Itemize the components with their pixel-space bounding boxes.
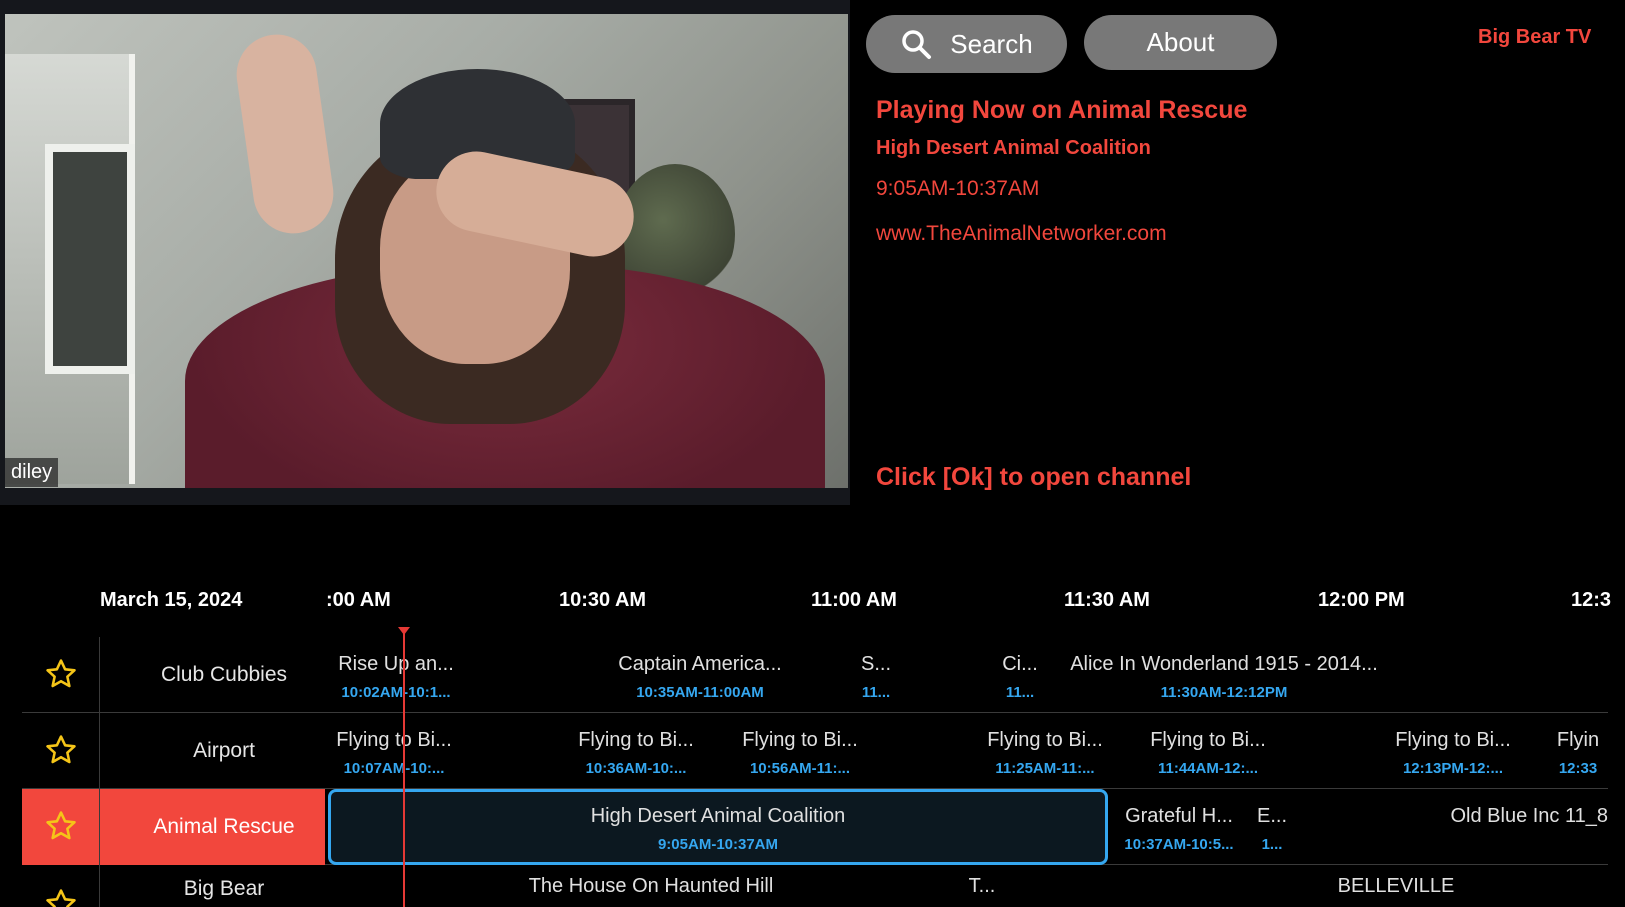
program-title: Captain America... bbox=[618, 653, 782, 675]
now-playing-show: High Desert Animal Coalition bbox=[876, 137, 1151, 159]
about-button-label: About bbox=[1146, 27, 1215, 57]
program-title: High Desert Animal Coalition bbox=[590, 805, 846, 827]
program-time: 9:05AM-10:37AM bbox=[657, 836, 779, 853]
guide-date: March 15, 2024 bbox=[100, 589, 243, 611]
time-label: 12:00 PM bbox=[1318, 589, 1405, 611]
search-button-label: Search bbox=[950, 28, 1033, 59]
program-time: 10:02AM-10:1... bbox=[341, 684, 451, 701]
favorite-star-icon[interactable] bbox=[44, 809, 78, 843]
program-cell[interactable]: S... 11... bbox=[854, 637, 898, 713]
program-time: 1... bbox=[1261, 836, 1283, 853]
program-cell[interactable]: Flying to Bi... 12:13PM-12:... bbox=[1385, 713, 1521, 789]
program-cell[interactable]: Flying to Bi... 10:36AM-10:... bbox=[568, 713, 704, 789]
program-time: 11:30AM-12:12PM bbox=[1160, 684, 1288, 701]
favorite-star-icon[interactable] bbox=[44, 657, 78, 691]
channel-name[interactable]: Airport bbox=[100, 713, 348, 789]
program-time: 11:25AM-11:... bbox=[995, 760, 1095, 777]
brand-name: Big Bear TV bbox=[1478, 26, 1592, 48]
program-title: Flying to Bi... bbox=[1395, 729, 1511, 751]
program-title: T... bbox=[968, 875, 996, 897]
program-cell[interactable]: Flying to Bi... 11:44AM-12:... bbox=[1140, 713, 1276, 789]
program-title: Rise Up an... bbox=[338, 653, 454, 675]
program-cell[interactable]: T... bbox=[962, 865, 1002, 907]
program-title: E... bbox=[1256, 805, 1287, 827]
time-label: :00 AM bbox=[326, 589, 391, 611]
program-title: Grateful H... bbox=[1125, 805, 1233, 827]
guide-row-animal-rescue[interactable]: Animal Rescue High Desert Animal Coaliti… bbox=[22, 789, 1608, 865]
favorite-star-icon[interactable] bbox=[44, 733, 78, 767]
program-title: Old Blue Inc 11_8 bbox=[1450, 805, 1608, 827]
program-cell-focused[interactable]: High Desert Animal Coalition 9:05AM-10:37… bbox=[328, 789, 1108, 865]
search-icon bbox=[900, 28, 932, 60]
program-title: Ci... bbox=[1002, 653, 1038, 675]
channel-name[interactable]: Big Bear bbox=[100, 865, 348, 907]
program-title: Flying to Bi... bbox=[336, 729, 452, 751]
video-window bbox=[45, 144, 135, 374]
program-cell[interactable]: Alice In Wonderland 1915 - 2014... 11:30A… bbox=[1054, 637, 1394, 713]
guide-row-club-cubbies[interactable]: Club Cubbies Rise Up an... 10:02AM-10:1..… bbox=[22, 637, 1608, 713]
open-channel-hint: Click [Ok] to open channel bbox=[876, 463, 1192, 491]
video-feed[interactable]: diley bbox=[5, 14, 848, 488]
program-title: BELLEVILLE bbox=[1337, 875, 1455, 897]
program-track: Rise Up an... 10:02AM-10:1... Captain Ame… bbox=[326, 637, 1608, 713]
channel-name[interactable]: Club Cubbies bbox=[100, 637, 348, 713]
guide-row-airport[interactable]: Airport Flying to Bi... 10:07AM-10:... Fl… bbox=[22, 713, 1608, 789]
program-time: 10:35AM-11:00AM bbox=[636, 684, 764, 701]
program-time: 12:13PM-12:... bbox=[1402, 760, 1504, 777]
program-cell[interactable]: Flying to Bi... 11:25AM-11:... bbox=[977, 713, 1113, 789]
program-cell[interactable]: BELLEVILLE bbox=[1326, 865, 1466, 907]
time-label: 12:3 bbox=[1571, 589, 1612, 611]
program-cell[interactable]: E... 1... bbox=[1252, 789, 1292, 865]
video-person-raised-hand bbox=[231, 29, 339, 239]
time-label: 11:00 AM bbox=[811, 589, 897, 611]
program-time: 10:07AM-10:... bbox=[343, 760, 445, 777]
program-time: 10:56AM-11:... bbox=[749, 760, 851, 777]
now-playing-url[interactable]: www.TheAnimalNetworker.com bbox=[876, 222, 1167, 246]
program-cell[interactable]: Captain America... 10:35AM-11:00AM bbox=[602, 637, 798, 713]
program-title: Alice In Wonderland 1915 - 2014... bbox=[1070, 653, 1378, 675]
participant-name-tag: diley bbox=[5, 458, 59, 487]
favorite-star-icon[interactable] bbox=[44, 887, 78, 907]
program-track: High Desert Animal Coalition 9:05AM-10:37… bbox=[326, 789, 1608, 865]
program-title: The House On Haunted Hill bbox=[528, 875, 774, 897]
program-time: 10:36AM-10:... bbox=[585, 760, 687, 777]
time-label: 11:30 AM bbox=[1064, 589, 1150, 611]
current-time-line bbox=[403, 630, 405, 907]
time-label: 10:30 AM bbox=[559, 589, 647, 611]
program-title: Flying to Bi... bbox=[742, 729, 858, 751]
program-cell[interactable]: The House On Haunted Hill bbox=[486, 865, 816, 907]
now-playing-title: Playing Now on Animal Rescue bbox=[876, 96, 1248, 124]
video-panel: diley bbox=[0, 0, 850, 505]
guide-row-big-bear[interactable]: Big Bear The House On Haunted Hill T... … bbox=[22, 865, 1608, 907]
program-track: The House On Haunted Hill T... BELLEVILL… bbox=[326, 865, 1608, 907]
program-title: Flying to Bi... bbox=[1150, 729, 1266, 751]
program-time: 11:44AM-12:... bbox=[1157, 760, 1259, 777]
program-cell[interactable]: Flying to Bi... 10:56AM-11:... bbox=[732, 713, 868, 789]
channel-name[interactable]: Animal Rescue bbox=[100, 789, 348, 865]
program-title: Flying to Bi... bbox=[578, 729, 694, 751]
timeline-header: :00 AM 10:30 AM 11:00 AM 11:30 AM 12:00 … bbox=[326, 585, 1625, 615]
program-time: 11... bbox=[1005, 684, 1035, 701]
program-cell[interactable]: Flying to Bi... 10:07AM-10:... bbox=[326, 713, 462, 789]
program-title: Flying to Bi... bbox=[987, 729, 1103, 751]
now-playing-time: 9:05AM-10:37AM bbox=[876, 177, 1040, 200]
program-cell[interactable]: Old Blue Inc 11_8 bbox=[1434, 789, 1608, 865]
program-cell[interactable]: Rise Up an... 10:02AM-10:1... bbox=[326, 637, 466, 713]
program-cell[interactable]: Ci... 11... bbox=[998, 637, 1042, 713]
program-track: Flying to Bi... 10:07AM-10:... Flying to … bbox=[326, 713, 1608, 789]
program-cell[interactable]: Grateful H... 10:37AM-10:5... bbox=[1116, 789, 1242, 865]
program-time: 10:37AM-10:5... bbox=[1124, 836, 1234, 853]
program-time: 11... bbox=[861, 684, 891, 701]
about-button[interactable]: About bbox=[1084, 15, 1277, 70]
program-title: S... bbox=[860, 653, 891, 675]
program-cell[interactable]: Flyin 12:33 bbox=[1548, 713, 1608, 789]
program-title: Flyin bbox=[1556, 729, 1600, 751]
program-time: 12:33 bbox=[1558, 760, 1598, 777]
search-button[interactable]: Search bbox=[866, 15, 1067, 73]
